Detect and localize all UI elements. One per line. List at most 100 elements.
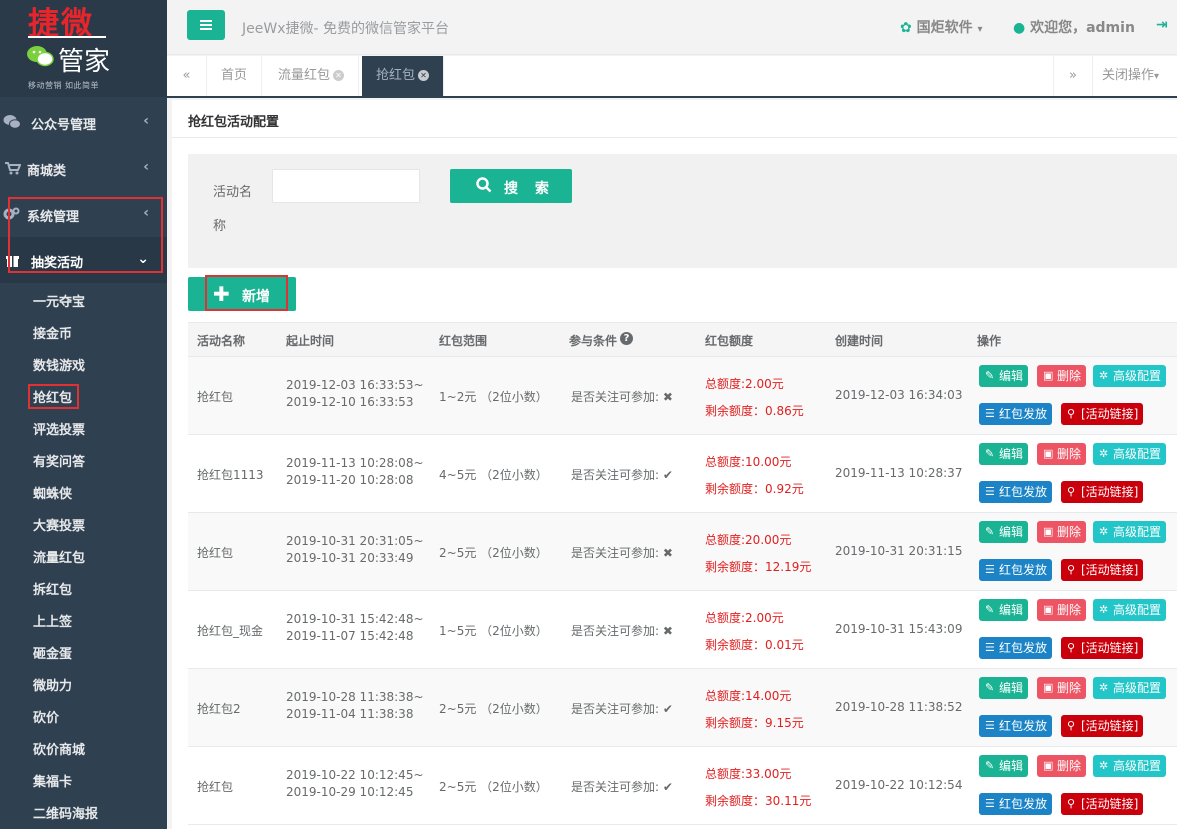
activity-link-button[interactable]: ⚲ [活动链接] (1061, 793, 1144, 815)
redpacket-send-button[interactable]: ☰ 红包发放 (979, 481, 1053, 503)
activity-link-button[interactable]: ⚲ [活动链接] (1061, 715, 1144, 737)
advanced-config-button[interactable]: ✲ 高级配置 (1093, 521, 1167, 543)
search-panel: 活动名称 搜 索 (188, 154, 1177, 268)
submenu-item[interactable]: 数钱游戏 (33, 355, 85, 374)
edit-label: 编辑 (999, 447, 1024, 461)
tab-grab-redpacket[interactable]: 抢红包 ✕ (362, 56, 445, 96)
submenu-item[interactable]: 有奖问答 (33, 451, 85, 470)
link-icon: ⚲ (1067, 485, 1076, 498)
software-menu[interactable]: ✿ 国炬软件 ▾ (900, 17, 983, 37)
activity-link-button[interactable]: ⚲ [活动链接] (1061, 637, 1144, 659)
tab-home[interactable]: 首页 (207, 56, 263, 96)
link-label: [活动链接] (1081, 797, 1139, 811)
remaining-amount: 剩余额度：0.01元 (705, 638, 804, 652)
delete-button[interactable]: ▣ 删除 (1037, 365, 1087, 387)
submenu-item[interactable]: 接金币 (33, 323, 72, 342)
trash-icon: ▣ (1043, 759, 1054, 772)
delete-button[interactable]: ▣ 删除 (1037, 599, 1087, 621)
activity-name-input[interactable] (272, 169, 420, 203)
menu-mall[interactable]: 商城类 ‹ (0, 145, 167, 191)
menu-official-accounts[interactable]: 公众号管理 ‹ (0, 99, 167, 145)
start-time: 2019-10-28 11:38:38~ (286, 690, 424, 704)
close-icon[interactable]: ✕ (418, 70, 430, 81)
join-condition: 是否关注可参加: ✖ (571, 622, 673, 639)
submenu-item[interactable]: 蜘蛛侠 (33, 483, 72, 502)
edit-button[interactable]: ✎ 编辑 (979, 443, 1029, 465)
trash-icon: ▣ (1043, 447, 1054, 460)
condition-label: 是否关注可参加: (571, 546, 660, 560)
tabs-scroll-left-icon[interactable]: « (167, 56, 207, 96)
amount-info: 总额度:14.00元 剩余额度：9.15元 (705, 683, 804, 737)
redpacket-send-button[interactable]: ☰ 红包发放 (979, 793, 1053, 815)
advanced-config-button[interactable]: ✲ 高级配置 (1093, 677, 1167, 699)
col-header: 参与条件 (569, 334, 618, 348)
redpacket-send-button[interactable]: ☰ 红包发放 (979, 637, 1053, 659)
user-menu[interactable]: ● 欢迎您，admin (1013, 17, 1135, 37)
created-time: 2019-10-22 10:12:54 (835, 778, 963, 792)
delete-button[interactable]: ▣ 删除 (1037, 443, 1087, 465)
delete-button[interactable]: ▣ 删除 (1037, 521, 1087, 543)
submenu-item[interactable]: 拆红包 (33, 579, 72, 598)
menu-toggle-button[interactable] (187, 10, 225, 40)
redpacket-send-button[interactable]: ☰ 红包发放 (979, 715, 1053, 737)
send-label: 红包发放 (999, 797, 1048, 811)
chevron-left-icon: ‹ (143, 159, 149, 175)
tab-traffic-redpacket[interactable]: 流量红包 ✕ (264, 56, 360, 96)
submenu-item[interactable]: 集福卡 (33, 771, 72, 790)
redpacket-send-button[interactable]: ☰ 红包发放 (979, 403, 1053, 425)
advanced-config-button[interactable]: ✲ 高级配置 (1093, 599, 1167, 621)
gears-icon: ✲ (1099, 603, 1109, 616)
logo-slogan: 移动营销 如此简单 (28, 81, 100, 90)
search-button[interactable]: 搜 索 (450, 169, 572, 203)
submenu-item[interactable]: 砍价 (33, 707, 59, 726)
start-time: 2019-12-03 16:33:53~ (286, 378, 424, 392)
activity-link-button[interactable]: ⚲ [活动链接] (1061, 403, 1144, 425)
submenu-item[interactable]: 砍价商城 (33, 739, 85, 758)
logout-icon[interactable]: ⇥ (1156, 17, 1168, 33)
table-row: 抢红包 2019-10-22 10:12:45~ 2019-10-29 10:12:… (188, 747, 1177, 825)
search-button-label: 搜 索 (504, 181, 555, 197)
advanced-config-button[interactable]: ✲ 高级配置 (1093, 365, 1167, 387)
close-operations-menu[interactable]: 关闭操作▾ (1093, 56, 1177, 96)
edit-button[interactable]: ✎ 编辑 (979, 755, 1029, 777)
edit-button[interactable]: ✎ 编辑 (979, 365, 1029, 387)
activity-link-button[interactable]: ⚲ [活动链接] (1061, 481, 1144, 503)
trash-icon: ▣ (1043, 681, 1054, 694)
edit-button[interactable]: ✎ 编辑 (979, 521, 1029, 543)
logo: 捷微 管家 移动营销 如此简单 (0, 0, 167, 97)
edit-label: 编辑 (999, 369, 1024, 383)
submenu-item[interactable]: 上上签 (33, 611, 72, 630)
send-label: 红包发放 (999, 563, 1048, 577)
close-icon[interactable]: ✕ (333, 70, 345, 81)
remaining-amount: 剩余额度：0.92元 (705, 482, 804, 496)
tabs-scroll-right-icon[interactable]: » (1053, 56, 1093, 96)
redpacket-send-button[interactable]: ☰ 红包发放 (979, 559, 1053, 581)
submenu-item[interactable]: 微助力 (33, 675, 72, 694)
redpacket-range: 2~5元 （2位小数） (439, 780, 548, 794)
submenu-item[interactable]: 大赛投票 (33, 515, 85, 534)
activity-link-button[interactable]: ⚲ [活动链接] (1061, 559, 1144, 581)
gears-icon: ✲ (1099, 369, 1109, 382)
edit-button[interactable]: ✎ 编辑 (979, 599, 1029, 621)
amount-info: 总额度:20.00元 剩余额度：12.19元 (705, 527, 811, 581)
delete-button[interactable]: ▣ 删除 (1037, 677, 1087, 699)
gears-icon: ✲ (1099, 681, 1109, 694)
advanced-config-button[interactable]: ✲ 高级配置 (1093, 443, 1167, 465)
search-label: 活动名称 (213, 185, 253, 234)
advanced-config-button[interactable]: ✲ 高级配置 (1093, 755, 1167, 777)
end-time: 2019-11-20 10:28:08 (286, 473, 414, 487)
submenu-item[interactable]: 一元夺宝 (33, 291, 85, 310)
submenu-item[interactable]: 评选投票 (33, 419, 85, 438)
submenu-item[interactable]: 砸金蛋 (33, 643, 72, 662)
edit-button[interactable]: ✎ 编辑 (979, 677, 1029, 699)
main-content: 抢红包活动配置 活动名称 搜 索 ✚ 新增 活动名称 起止时间 红包范围 参与条… (172, 100, 1177, 829)
delete-button[interactable]: ▣ 删除 (1037, 755, 1087, 777)
advanced-label: 高级配置 (1113, 369, 1162, 383)
submenu-item[interactable]: 流量红包 (33, 547, 85, 566)
submenu-item[interactable]: 二维码海报 (33, 803, 98, 822)
question-icon[interactable]: ? (620, 332, 634, 345)
tab-label: 首页 (221, 68, 248, 83)
sidebar: 捷微 管家 移动营销 如此简单 公众号管理 ‹ 商城类 ‹ 系统管理 ‹ 抽奖活… (0, 0, 167, 829)
delete-label: 删除 (1057, 525, 1082, 539)
link-label: [活动链接] (1081, 407, 1139, 421)
